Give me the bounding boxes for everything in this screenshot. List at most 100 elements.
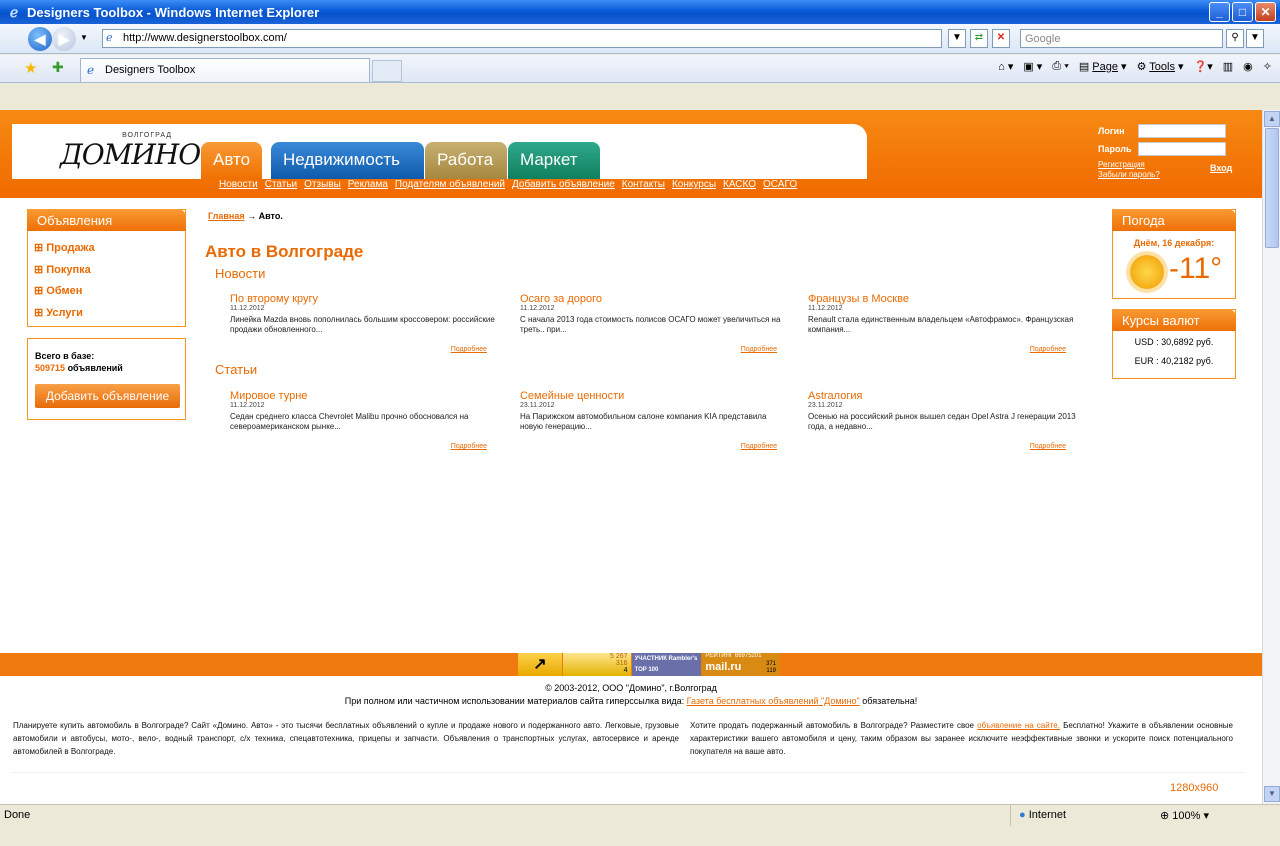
copyright: © 2003-2012, ООО "Домино", г.Волгоград — [545, 683, 717, 693]
article-title[interactable]: Семейные ценности — [520, 390, 790, 402]
stats-box: Всего в базе: 509715 объявлений Добавить… — [27, 338, 186, 420]
rambler-counter[interactable]: УЧАСТНИК Rambler's TOP 100 — [631, 653, 702, 676]
search-input[interactable]: Google — [1020, 29, 1223, 48]
article-item: Astraлогия 23.11.2012 Осенью на российск… — [808, 390, 1078, 454]
news-text: Renault стала единственным владельцем «А… — [808, 315, 1074, 334]
more-link[interactable]: Подробнее — [1030, 346, 1066, 353]
login-input[interactable] — [1138, 124, 1226, 138]
subnav-contests[interactable]: Конкурсы — [672, 179, 716, 190]
help-icon[interactable]: ❓▾ — [1194, 60, 1213, 73]
search-options-icon[interactable]: ▼ — [1246, 29, 1264, 48]
category-services[interactable]: ⊞ Услуги — [34, 306, 83, 319]
articles-section-title: Статьи — [215, 362, 258, 377]
article-item: Мировое турне 11.12.2012 Седан среднего … — [230, 390, 500, 454]
register-link[interactable]: Регистрация — [1098, 160, 1160, 170]
article-title[interactable]: Astraлогия — [808, 390, 1078, 402]
tab-market[interactable]: Маркет — [508, 142, 600, 179]
history-dropdown-icon[interactable]: ▼ — [80, 33, 88, 42]
tab-auto[interactable]: Авто — [201, 142, 263, 179]
more-link[interactable]: Подробнее — [451, 346, 487, 353]
liveinternet-counter[interactable]: 5 267 316 4 — [562, 653, 631, 676]
zoom-control[interactable]: ⊕ 100% ▾ — [1160, 809, 1209, 822]
login-button[interactable]: Вход — [1210, 163, 1232, 173]
tools-menu[interactable]: ⚙ Tools ▾ — [1137, 60, 1184, 73]
scroll-up-icon[interactable]: ▲ — [1264, 111, 1280, 127]
breadcrumb-home[interactable]: Главная — [208, 211, 245, 221]
forgot-password-link[interactable]: Забыли пароль? — [1098, 170, 1160, 180]
add-ad-button[interactable]: Добавить объявление — [35, 384, 180, 408]
scroll-down-icon[interactable]: ▼ — [1264, 786, 1280, 802]
minimize-button[interactable]: _ — [1209, 2, 1230, 22]
messenger-icon[interactable]: ◉ — [1243, 60, 1253, 73]
subnav-add-ad[interactable]: Добавить объявление — [512, 179, 615, 190]
temperature: -11° — [1169, 252, 1223, 285]
subnav-kasko[interactable]: КАСКО — [723, 179, 756, 190]
eur-rate: EUR : 40,2182 руб. — [1134, 356, 1214, 366]
subnav-advertisers[interactable]: Подателям объявлений — [395, 179, 505, 190]
address-input[interactable]: ℯ http://www.designerstoolbox.com/ — [102, 29, 942, 48]
feeds-icon[interactable]: ▣ ▾ — [1023, 60, 1042, 73]
category-exchange[interactable]: ⊞ Обмен — [34, 284, 82, 297]
tab-designers-toolbox[interactable]: ℯ Designers Toolbox — [80, 58, 370, 82]
refresh-icon[interactable]: ⇄ — [970, 29, 988, 48]
news-title[interactable]: Осаго за дорого — [520, 293, 790, 305]
news-text: С начала 2013 года стоимость полисов ОСА… — [520, 315, 781, 334]
add-favorites-icon[interactable]: ✚ — [52, 59, 64, 76]
forward-button[interactable]: ▶ — [52, 27, 76, 51]
sun-icon — [1130, 255, 1164, 289]
page-menu[interactable]: ▤ Page ▾ — [1079, 60, 1127, 73]
back-button[interactable]: ◀ — [28, 27, 52, 51]
subnav-advertising[interactable]: Реклама — [348, 179, 388, 190]
resolution-label: 1280x960 — [1170, 782, 1219, 794]
vertical-scrollbar[interactable]: ▲ ▼ — [1262, 110, 1280, 804]
ie-logo-icon: ℯ — [9, 4, 19, 20]
more-link[interactable]: Подробнее — [1030, 443, 1066, 450]
subnav-osago[interactable]: ОСАГО — [763, 179, 797, 190]
address-text: http://www.designerstoolbox.com/ — [123, 32, 287, 44]
subnav-reviews[interactable]: Отзывы — [304, 179, 341, 190]
more-link[interactable]: Подробнее — [451, 443, 487, 450]
zone-label: Internet — [1028, 809, 1067, 821]
search-icon[interactable]: ⚲ — [1226, 29, 1244, 48]
scroll-thumb[interactable] — [1265, 128, 1279, 248]
article-date: 23.11.2012 — [520, 402, 555, 409]
tab-realty[interactable]: Недвижимость — [271, 142, 424, 179]
password-input[interactable] — [1138, 142, 1226, 156]
address-dropdown-icon[interactable]: ▼ — [948, 29, 966, 48]
bluetooth-icon[interactable]: ✧ — [1263, 60, 1272, 73]
favorites-star-icon[interactable]: ★ — [24, 59, 37, 77]
research-icon[interactable]: ▥ — [1223, 60, 1233, 73]
category-buy[interactable]: ⊞ Покупка — [34, 263, 91, 276]
security-zone: ● Internet — [1010, 805, 1150, 826]
news-item: Осаго за дорого 11.12.2012 С начала 2013… — [520, 293, 790, 357]
reprint-link[interactable]: Газета бесплатных объявлений "Домино" — [687, 696, 860, 706]
close-button[interactable]: ✕ — [1255, 2, 1276, 22]
new-tab-button[interactable] — [372, 60, 402, 82]
bottom-strip — [0, 826, 1280, 846]
news-title[interactable]: Французы в Москве — [808, 293, 1078, 305]
article-date: 11.12.2012 — [230, 402, 265, 409]
seo-ad-link[interactable]: объявление на сайте. — [977, 721, 1060, 730]
counters: ↗ 5 267 316 4 УЧАСТНИК Rambler's TOP 100… — [518, 653, 780, 676]
subnav-news[interactable]: Новости — [219, 179, 258, 190]
login-label: Логин — [1098, 126, 1125, 136]
counter-arrow-icon[interactable]: ↗ — [518, 653, 562, 676]
address-bar-row: ◀ ▶ ▼ ℯ http://www.designerstoolbox.com/… — [0, 24, 1280, 54]
print-icon[interactable]: ⎙ ▾ — [1052, 60, 1068, 73]
rates-title: Курсы валют — [1112, 309, 1236, 331]
stop-icon[interactable]: ✕ — [992, 29, 1010, 48]
category-sale[interactable]: ⊞ Продажа — [34, 241, 95, 254]
site-logo[interactable]: ДОМИНО — [60, 138, 201, 171]
maximize-button[interactable]: □ — [1232, 2, 1253, 22]
page-menu-label: Page — [1092, 61, 1118, 73]
more-link[interactable]: Подробнее — [741, 346, 777, 353]
article-title[interactable]: Мировое турне — [230, 390, 500, 402]
subnav-contacts[interactable]: Контакты — [622, 179, 665, 190]
home-icon[interactable]: ⌂ ▾ — [998, 60, 1013, 73]
mailru-counter[interactable]: РЕЙТИНГ 66975201 mail.ru 371 119 — [702, 653, 780, 676]
article-date: 23.11.2012 — [808, 402, 843, 409]
tab-work[interactable]: Работа — [425, 142, 507, 179]
subnav-articles[interactable]: Статьи — [265, 179, 297, 190]
news-title[interactable]: По второму кругу — [230, 293, 500, 305]
more-link[interactable]: Подробнее — [741, 443, 777, 450]
